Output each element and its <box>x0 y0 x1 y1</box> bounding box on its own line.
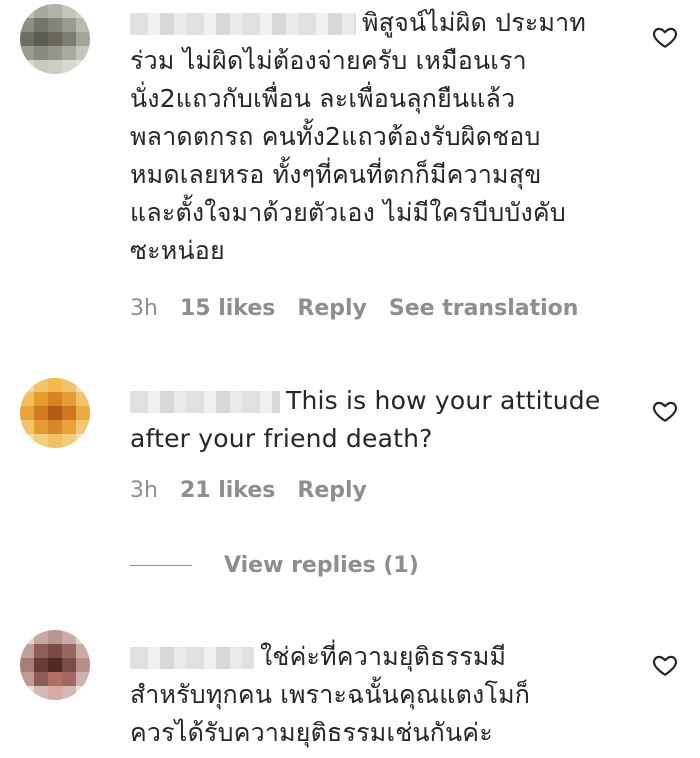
divider-line <box>130 565 192 566</box>
avatar[interactable] <box>20 630 90 700</box>
view-replies[interactable]: View replies (1) <box>130 553 419 578</box>
timestamp: 3h <box>130 478 158 503</box>
see-translation-button[interactable]: See translation <box>389 296 579 321</box>
timestamp: 3h <box>130 296 158 321</box>
likes-count[interactable]: 21 likes <box>180 478 275 503</box>
username[interactable] <box>130 13 356 35</box>
reply-button[interactable]: Reply <box>297 296 367 321</box>
username[interactable] <box>130 647 254 669</box>
comment-text: This is how your attitude after your fri… <box>130 386 601 453</box>
comment-text: พิสูจน์ไม่ผิด ประมาท ร่วม ไม่ผิดไม่ต้องจ… <box>130 8 587 265</box>
heart-outline-icon[interactable] <box>652 24 678 50</box>
avatar[interactable] <box>20 378 90 448</box>
avatar[interactable] <box>20 4 90 74</box>
username[interactable] <box>130 391 280 413</box>
reply-button[interactable]: Reply <box>297 478 367 503</box>
comment-actions: 3h 15 likes Reply See translation <box>130 296 578 321</box>
heart-outline-icon[interactable] <box>652 398 678 424</box>
likes-count[interactable]: 15 likes <box>180 296 275 321</box>
view-replies-button[interactable]: View replies (1) <box>224 553 419 578</box>
comment-actions: 3h 21 likes Reply <box>130 478 367 503</box>
comment-text: ใช่ค่ะที่ความยุติธรรมมี สำหรับทุกคน เพรา… <box>130 642 531 747</box>
heart-outline-icon[interactable] <box>652 652 678 678</box>
